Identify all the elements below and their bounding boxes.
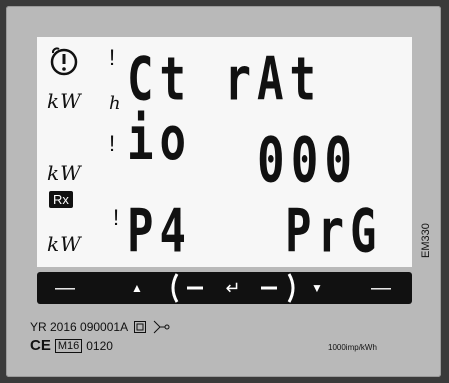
double-insulation-icon bbox=[134, 321, 147, 333]
button-bar: — ▲ ↵ ▼ — bbox=[37, 272, 412, 304]
serial-row: YR 2016 090001A bbox=[30, 320, 170, 334]
enter-button[interactable]: ↵ bbox=[169, 272, 297, 304]
enter-arrow-icon: ↵ bbox=[225, 277, 241, 298]
ce-mark: CE bbox=[30, 337, 51, 354]
dash-icon: — bbox=[55, 276, 75, 299]
down-button[interactable]: ▼ bbox=[297, 272, 337, 304]
hour-indicator: h bbox=[109, 93, 121, 114]
warning-mark-2: ! bbox=[109, 131, 116, 156]
lcd-display: kW ! h Ct rAt io ! kW 000 Rx kW ! P4 PrG bbox=[37, 37, 412, 267]
warning-mark: ! bbox=[109, 45, 116, 70]
right-dash-button[interactable]: — bbox=[359, 272, 403, 304]
serial-number: YR 2016 090001A bbox=[30, 320, 129, 334]
left-dash-button[interactable]: — bbox=[45, 272, 85, 304]
kw-indicator-3: kW bbox=[47, 232, 82, 256]
lcd-row2-value: 000 bbox=[257, 123, 359, 197]
impulse-rate: 1000imp/kWh bbox=[328, 343, 377, 352]
up-button[interactable]: ▲ bbox=[117, 272, 157, 304]
kw-indicator-2: kW bbox=[47, 161, 82, 185]
kw-indicator: kW bbox=[47, 89, 82, 113]
warning-mark-3: ! bbox=[113, 205, 120, 230]
alarm-clock-icon bbox=[50, 47, 78, 76]
up-arrow-icon: ▲ bbox=[131, 281, 143, 295]
connection-symbol-icon bbox=[153, 320, 170, 334]
dash-icon-right: — bbox=[371, 276, 391, 299]
lcd-row3-right: PrG bbox=[285, 197, 383, 267]
lcd-row3-left: P4 bbox=[127, 197, 192, 267]
notified-body-code: 0120 bbox=[86, 338, 113, 353]
model-label: EM330 bbox=[420, 223, 432, 258]
rx-indicator: Rx bbox=[49, 191, 73, 208]
certification-row: CE M16 0120 bbox=[30, 337, 113, 354]
metrology-mark: M16 bbox=[54, 338, 83, 353]
down-arrow-icon: ▼ bbox=[311, 281, 323, 295]
